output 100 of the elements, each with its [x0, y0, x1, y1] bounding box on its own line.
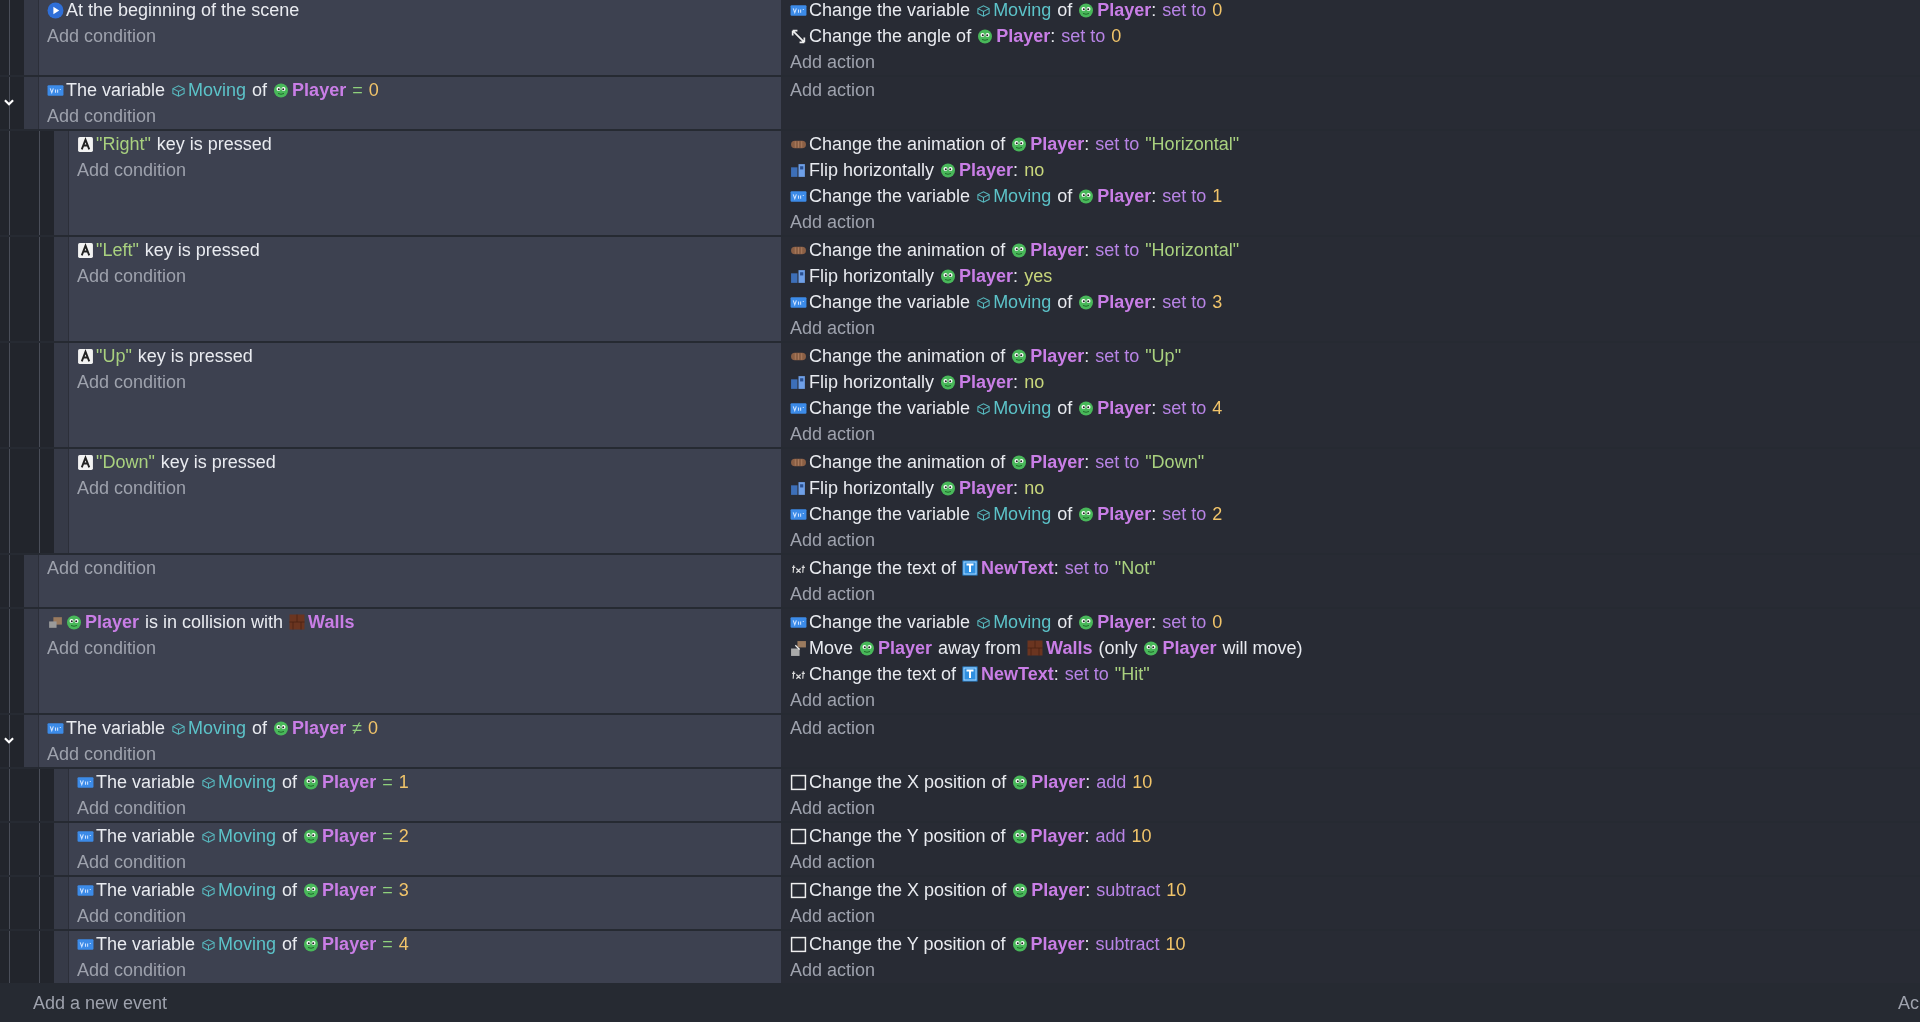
- instruction-text: Change the variable: [809, 611, 971, 633]
- add-condition-link[interactable]: Add condition: [77, 797, 187, 819]
- number-value: 10: [1166, 879, 1187, 901]
- parameter-text: set to: [1064, 557, 1109, 579]
- object-name: Walls: [308, 611, 355, 633]
- instruction-text: Change the animation of: [809, 133, 1006, 155]
- add-action-link[interactable]: Add action: [790, 797, 876, 819]
- tree-line: [39, 877, 40, 929]
- add-condition-link[interactable]: Add condition: [77, 905, 187, 927]
- face-icon: [1011, 348, 1028, 364]
- face-icon: [273, 82, 290, 98]
- drag-handle[interactable]: [24, 77, 39, 129]
- drag-handle[interactable]: [54, 237, 69, 341]
- number-value: 0: [368, 79, 379, 101]
- object-name: Player: [322, 825, 377, 847]
- add-action-link[interactable]: Add action: [790, 79, 876, 101]
- drag-handle[interactable]: [24, 0, 39, 75]
- add-condition-link[interactable]: Add condition: [77, 159, 187, 181]
- instruction-text: Change the animation of: [809, 239, 1006, 261]
- object-name: Player: [959, 159, 1014, 181]
- drag-handle[interactable]: [54, 931, 69, 983]
- drag-handle[interactable]: [54, 823, 69, 875]
- drag-handle[interactable]: [24, 715, 39, 767]
- drag-handle[interactable]: [54, 769, 69, 821]
- drag-handle[interactable]: [24, 609, 39, 713]
- add-event-link[interactable]: Add a new event: [33, 992, 168, 1014]
- add-link[interactable]: Ac: [1898, 992, 1919, 1014]
- add-condition-link[interactable]: Add condition: [47, 105, 157, 127]
- object-name: Player: [1030, 239, 1085, 261]
- object-name: Player: [1097, 503, 1152, 525]
- instruction-text: key is pressed: [144, 239, 260, 261]
- face-icon: [1078, 400, 1095, 416]
- variable-tag-icon: [976, 506, 992, 522]
- instruction-text: The variable: [96, 933, 196, 955]
- add-action-link[interactable]: Add action: [790, 717, 876, 739]
- number-value: 10: [1132, 771, 1153, 793]
- object-name: Player: [292, 717, 347, 739]
- face-icon: [977, 28, 994, 44]
- number-value: 4: [398, 933, 409, 955]
- variable-tag-icon: [976, 294, 992, 310]
- number-value: 10: [1131, 825, 1152, 847]
- add-action-link[interactable]: Add action: [790, 689, 876, 711]
- brick-tile-icon: [289, 614, 306, 630]
- face-icon: [303, 936, 320, 952]
- add-action-link[interactable]: Add action: [790, 423, 876, 445]
- colon-text: :: [1084, 825, 1090, 847]
- add-action-link[interactable]: Add action: [790, 959, 876, 981]
- instruction-text: Change the animation of: [809, 345, 1006, 367]
- add-condition-link[interactable]: Add condition: [77, 959, 187, 981]
- flip-icon: [790, 267, 807, 285]
- add-action-link[interactable]: Add action: [790, 905, 876, 927]
- add-condition-link[interactable]: Add condition: [77, 477, 187, 499]
- variable-name: Moving: [993, 503, 1052, 525]
- instruction-text: Change the variable: [809, 185, 971, 207]
- add-condition-link[interactable]: Add condition: [77, 265, 187, 287]
- object-name: Player: [1030, 451, 1085, 473]
- add-action-link[interactable]: Add action: [790, 529, 876, 551]
- add-condition-link[interactable]: Add condition: [47, 25, 157, 47]
- variable-name: Moving: [218, 771, 277, 793]
- add-condition-link[interactable]: Add condition: [77, 371, 187, 393]
- boolean-value: no: [1024, 371, 1045, 393]
- face-icon: [273, 720, 290, 736]
- instruction-text: of: [1057, 397, 1073, 419]
- keyboard-key-icon: [77, 241, 94, 259]
- instruction-text: of: [1057, 185, 1073, 207]
- parameter-text: set to: [1162, 397, 1207, 419]
- add-condition-link[interactable]: Add condition: [47, 637, 157, 659]
- object-name: Player: [1097, 185, 1152, 207]
- face-icon: [303, 774, 320, 790]
- add-condition-link[interactable]: Add condition: [77, 851, 187, 873]
- add-condition-link[interactable]: Add condition: [47, 743, 157, 765]
- add-action-link[interactable]: Add action: [790, 211, 876, 233]
- instruction-text: Flip horizontally: [809, 265, 935, 287]
- add-action-link[interactable]: Add action: [790, 51, 876, 73]
- string-value: "Not": [1114, 557, 1156, 579]
- parameter-text: set to: [1061, 25, 1106, 47]
- instruction-text: Change the Y position of: [809, 825, 1006, 847]
- add-action-link[interactable]: Add action: [790, 583, 876, 605]
- colon-text: :: [1085, 771, 1091, 793]
- number-value: 10: [1165, 933, 1186, 955]
- number-value: 0: [1212, 611, 1223, 633]
- colon-text: :: [1084, 933, 1090, 955]
- instruction-text: (only: [1098, 637, 1138, 659]
- instruction-text: Flip horizontally: [809, 477, 935, 499]
- add-action-link[interactable]: Add action: [790, 851, 876, 873]
- colon-text: :: [1084, 133, 1090, 155]
- drag-handle[interactable]: [54, 877, 69, 929]
- parameter-text: add: [1096, 771, 1127, 793]
- face-icon: [1011, 136, 1028, 152]
- colon-text: :: [1013, 265, 1019, 287]
- drag-handle[interactable]: [54, 449, 69, 553]
- variable-tag-icon: [976, 188, 992, 204]
- instruction-text: The variable: [66, 79, 166, 101]
- colon-text: :: [1151, 397, 1157, 419]
- drag-handle[interactable]: [54, 131, 69, 235]
- add-action-link[interactable]: Add action: [790, 317, 876, 339]
- drag-handle[interactable]: [54, 343, 69, 447]
- flip-icon: [790, 161, 807, 179]
- add-condition-link[interactable]: Add condition: [47, 557, 157, 579]
- drag-handle[interactable]: [24, 555, 39, 607]
